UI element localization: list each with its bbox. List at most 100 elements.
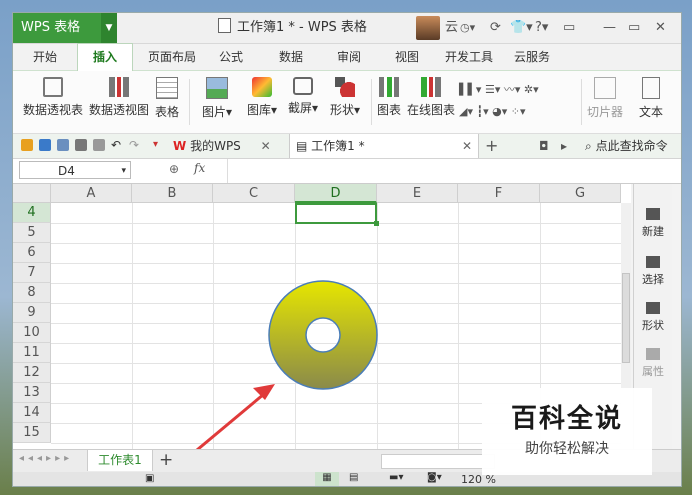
tab-home[interactable]: 开始 bbox=[25, 44, 65, 70]
redo-icon[interactable]: ↷ bbox=[129, 139, 141, 151]
workbook-icon bbox=[218, 18, 231, 33]
print-icon[interactable] bbox=[75, 139, 87, 151]
ribbon-separator bbox=[189, 79, 190, 125]
sync-icon[interactable]: ⟳ bbox=[490, 13, 501, 43]
search-icon: ⌕ bbox=[585, 139, 592, 153]
side-shape-label: 形状 bbox=[642, 319, 664, 332]
tab-mywps-label: 我的WPS bbox=[190, 139, 241, 153]
customize-icon[interactable]: ▾ bbox=[153, 139, 165, 151]
text-button[interactable]: 文本 bbox=[635, 77, 667, 120]
bar-chart-icon[interactable]: ☰▾ bbox=[485, 83, 500, 96]
command-search-placeholder: 点此查找命令 bbox=[595, 139, 668, 153]
side-property-button[interactable]: 属性 bbox=[634, 348, 672, 379]
tab-page-layout[interactable]: 页面布局 bbox=[141, 44, 203, 70]
pivot-table-button[interactable]: 数据透视表 bbox=[21, 77, 85, 118]
chevron-down-icon[interactable]: ▼ bbox=[101, 13, 117, 43]
side-select-button[interactable]: 选择 bbox=[634, 256, 672, 287]
chevron-down-icon: ▾ bbox=[311, 101, 319, 115]
bar-chart-icon bbox=[379, 77, 399, 97]
command-search[interactable]: ⌕ 点此查找命令 bbox=[585, 134, 668, 158]
maximize-button[interactable]: ▭ bbox=[628, 13, 640, 43]
text-label: 文本 bbox=[638, 105, 663, 119]
print-preview-icon[interactable] bbox=[93, 139, 105, 151]
skin-icon[interactable]: 👕▾ bbox=[510, 13, 533, 43]
shapes-button[interactable]: 形状▾ bbox=[323, 77, 367, 118]
shapes-icon bbox=[335, 77, 355, 97]
close-icon[interactable]: ✕ bbox=[261, 139, 271, 153]
close-icon[interactable]: ✕ bbox=[462, 134, 472, 158]
pie-chart-icon[interactable]: ◕▾ bbox=[492, 105, 507, 118]
chart-label: 图表 bbox=[376, 103, 401, 117]
new-tab-button[interactable]: + bbox=[485, 134, 498, 158]
screenshot-button[interactable]: 截屏▾ bbox=[281, 77, 325, 116]
chevron-down-icon: ▾ bbox=[270, 103, 278, 117]
avatar[interactable] bbox=[416, 16, 440, 40]
minimize-button[interactable]: — bbox=[603, 13, 616, 43]
pivot-chart-label: 数据透视图 bbox=[89, 103, 150, 117]
close-button[interactable]: ✕ bbox=[655, 13, 666, 43]
watermark-subtitle: 助你轻松解决 bbox=[525, 441, 609, 457]
pivot-chart-button[interactable]: 数据透视图 bbox=[89, 77, 149, 118]
undo-icon[interactable]: ↶ bbox=[111, 139, 123, 151]
document-tab-bar: ↶ ↷ ▾ W 我的WPS ✕ ▤ 工作簿1 * ✕ + ◘ ▸ ⌕ 点此查找命… bbox=[13, 134, 681, 159]
scrollbar-thumb[interactable] bbox=[622, 273, 630, 363]
formula-input[interactable] bbox=[229, 161, 677, 181]
stock-chart-icon[interactable]: ┇▾ bbox=[476, 105, 488, 118]
tab-view[interactable]: 视图 bbox=[387, 44, 427, 70]
table-button[interactable]: 表格 bbox=[153, 77, 181, 120]
tab-cloud[interactable]: 云服务 bbox=[509, 44, 555, 70]
tab-insert[interactable]: 插入 bbox=[77, 43, 133, 71]
line-chart-icon[interactable]: 〰▾ bbox=[504, 83, 521, 96]
slicer-icon bbox=[594, 77, 616, 99]
tab-workbook[interactable]: ▤ 工作簿1 * ✕ bbox=[289, 134, 479, 158]
horizontal-scrollbar[interactable] bbox=[381, 454, 495, 469]
screenshot-label: 截屏 bbox=[287, 101, 312, 115]
macro-record-icon[interactable]: ▣ bbox=[145, 473, 154, 484]
reading-mode-icon[interactable]: ▬▾ bbox=[389, 472, 403, 483]
table-icon bbox=[156, 77, 178, 99]
tab-review[interactable]: 审阅 bbox=[329, 44, 369, 70]
donut-shape[interactable] bbox=[268, 280, 378, 390]
online-chart-button[interactable]: 在线图表 bbox=[405, 77, 457, 118]
scatter-chart-icon[interactable]: ⁘▾ bbox=[511, 105, 526, 118]
sheet-tab[interactable]: 工作表1 bbox=[87, 450, 153, 471]
help-icon[interactable]: ?▾ bbox=[535, 13, 548, 43]
column-chart-icon[interactable]: ▌▌▾ bbox=[459, 83, 481, 96]
side-shape-button[interactable]: 形状 bbox=[634, 302, 672, 333]
export-icon[interactable] bbox=[57, 139, 69, 151]
page-break-view-icon[interactable]: ▤ bbox=[349, 472, 358, 483]
formula-bar: D4 ▾ ⊕ fx bbox=[13, 159, 681, 184]
tab-formulas[interactable]: 公式 bbox=[211, 44, 251, 70]
add-sheet-button[interactable]: + bbox=[159, 450, 173, 471]
chart-button[interactable]: 图表 bbox=[375, 77, 403, 118]
area-chart-icon[interactable]: ◢▾ bbox=[459, 105, 473, 118]
tab-developer[interactable]: 开发工具 bbox=[441, 44, 497, 70]
slicer-button[interactable]: 切片器 bbox=[585, 77, 625, 120]
sheet-nav-arrows-icon[interactable]: ◂◂◂▸▸▸ bbox=[19, 453, 73, 464]
side-new-button[interactable]: 新建 bbox=[634, 208, 672, 239]
red-arrow-head bbox=[253, 384, 275, 400]
radar-chart-icon[interactable]: ✲▾ bbox=[524, 83, 539, 96]
tab-menu-icon[interactable]: ▸ bbox=[561, 134, 567, 158]
chevron-down-icon: ▾ bbox=[225, 105, 233, 119]
menu-bar: 开始 插入 页面布局 公式 数据 审阅 视图 开发工具 云服务 bbox=[13, 43, 681, 71]
tab-list-icon[interactable]: ◘ bbox=[539, 134, 549, 158]
online-chart-icon bbox=[421, 77, 441, 97]
fx-icon[interactable]: fx bbox=[194, 161, 205, 175]
chart-type-gallery[interactable]: ▌▌▾ ☰▾ 〰▾ ✲▾ ◢▾ ┇▾ ◕▾ ⁘▾ bbox=[459, 79, 579, 125]
tab-data[interactable]: 数据 bbox=[271, 44, 311, 70]
tab-mywps[interactable]: W 我的WPS ✕ bbox=[173, 134, 303, 158]
save-icon[interactable] bbox=[39, 139, 51, 151]
open-icon[interactable] bbox=[21, 139, 33, 151]
name-box[interactable]: D4 ▾ bbox=[19, 161, 131, 179]
picture-button[interactable]: 图片▾ bbox=[197, 77, 237, 120]
user-name[interactable]: 云 bbox=[445, 13, 458, 43]
app-menu-button[interactable]: WPS 表格 ▼ bbox=[13, 13, 117, 43]
eye-protection-icon[interactable]: ◙▾ bbox=[427, 472, 442, 483]
zoom-formula-icon[interactable]: ⊕ bbox=[169, 162, 179, 176]
chevron-down-icon[interactable]: ▾ bbox=[121, 162, 126, 180]
user-menu-icon[interactable]: ◷▾ bbox=[460, 13, 475, 43]
gallery-button[interactable]: 图库▾ bbox=[239, 77, 285, 118]
restore-icon[interactable]: ▭ bbox=[563, 13, 575, 43]
normal-view-icon[interactable]: ▦ bbox=[315, 472, 339, 486]
